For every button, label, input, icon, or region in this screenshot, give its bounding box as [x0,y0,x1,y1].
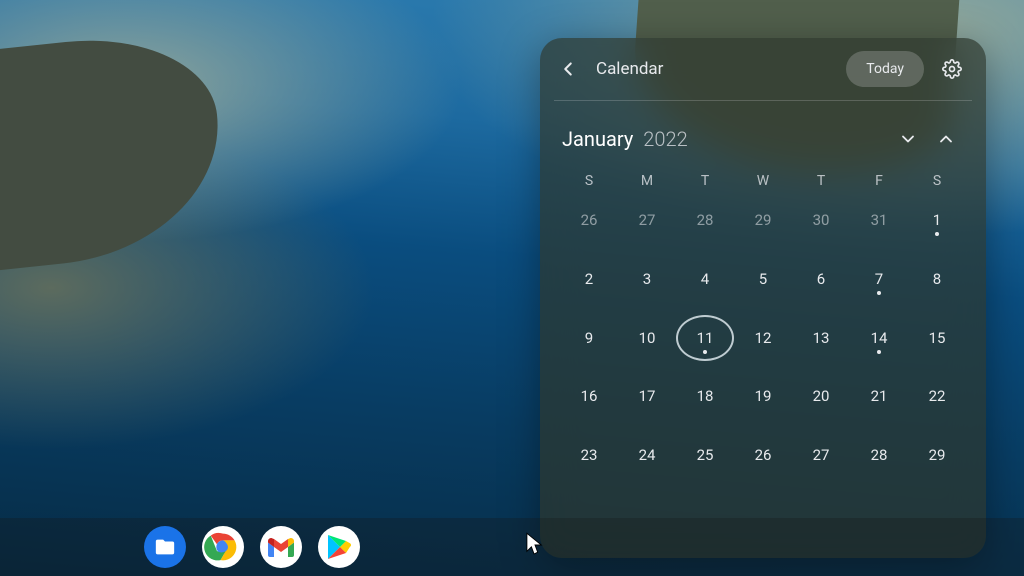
calendar-day[interactable]: 1 [908,197,966,243]
weekday-label: F [850,173,908,189]
calendar-day[interactable]: 2 [560,256,618,302]
calendar-day[interactable]: 26 [560,197,618,243]
calendar-day[interactable]: 29 [908,432,966,478]
calendar-day[interactable]: 25 [676,432,734,478]
calendar-week: 2627282930311 [560,197,966,250]
gmail-icon [268,537,294,557]
chevron-down-icon [898,129,918,149]
weekday-row: SMTWTFS [540,167,986,197]
year-label: 2022 [643,127,687,151]
calendar-week: 16171819202122 [560,373,966,426]
weekday-label: M [618,173,676,189]
calendar-day[interactable]: 17 [618,373,676,419]
calendar-header: Calendar Today [540,38,986,100]
calendar-day[interactable]: 20 [792,373,850,419]
folder-icon [154,536,176,558]
calendar-day[interactable]: 5 [734,256,792,302]
calendar-day[interactable]: 9 [560,315,618,361]
prev-month-button[interactable] [928,121,964,157]
month-label: January [562,127,633,151]
calendar-day[interactable]: 14 [850,315,908,361]
calendar-day[interactable]: 10 [618,315,676,361]
month-row: January 2022 [540,101,986,167]
calendar-week: 2345678 [560,256,966,309]
calendar-day[interactable]: 30 [792,197,850,243]
desktop-wallpaper: Calendar Today January 2022 [0,0,1024,576]
calendar-day[interactable]: 16 [560,373,618,419]
chevron-up-icon [936,129,956,149]
app-files[interactable] [144,526,186,568]
calendar-week: 23242526272829 [560,432,966,485]
calendar-day[interactable]: 21 [850,373,908,419]
calendar-grid: 2627282930311234567891011121314151617181… [540,197,986,558]
event-dot [703,350,707,354]
calendar-day[interactable]: 28 [850,432,908,478]
calendar-day[interactable]: 6 [792,256,850,302]
calendar-day[interactable]: 15 [908,315,966,361]
calendar-day[interactable]: 29 [734,197,792,243]
calendar-week: 9101112131415 [560,315,966,368]
calendar-day[interactable]: 23 [560,432,618,478]
weekday-label: W [734,173,792,189]
chrome-icon [203,527,243,567]
gear-icon [942,59,962,79]
calendar-day[interactable]: 27 [618,197,676,243]
taskbar [0,518,1024,576]
calendar-day[interactable]: 3 [618,256,676,302]
calendar-title: Calendar [596,59,663,79]
calendar-day[interactable]: 28 [676,197,734,243]
calendar-panel: Calendar Today January 2022 [540,38,986,558]
calendar-day[interactable]: 22 [908,373,966,419]
chevron-left-icon [557,58,579,80]
today-button-label: Today [866,61,904,77]
calendar-day[interactable]: 27 [792,432,850,478]
weekday-label: T [676,173,734,189]
calendar-day[interactable]: 7 [850,256,908,302]
calendar-day[interactable]: 18 [676,373,734,419]
app-chrome[interactable] [202,526,244,568]
event-dot [877,350,881,354]
weekday-label: S [908,173,966,189]
calendar-day[interactable]: 13 [792,315,850,361]
settings-button[interactable] [934,51,970,87]
calendar-day[interactable]: 24 [618,432,676,478]
calendar-day[interactable]: 8 [908,256,966,302]
next-month-button[interactable] [890,121,926,157]
play-store-icon [327,534,351,560]
calendar-day[interactable]: 26 [734,432,792,478]
calendar-day[interactable]: 19 [734,373,792,419]
today-button[interactable]: Today [846,51,924,87]
calendar-day[interactable]: 12 [734,315,792,361]
weekday-label: T [792,173,850,189]
app-play-store[interactable] [318,526,360,568]
event-dot [935,232,939,236]
wallpaper-cliff-left [0,27,231,273]
app-gmail[interactable] [260,526,302,568]
calendar-day[interactable]: 4 [676,256,734,302]
taskbar-apps [144,526,360,568]
calendar-day[interactable]: 31 [850,197,908,243]
calendar-day-today[interactable]: 11 [676,315,734,361]
weekday-label: S [560,173,618,189]
event-dot [877,291,881,295]
back-button[interactable] [550,51,586,87]
